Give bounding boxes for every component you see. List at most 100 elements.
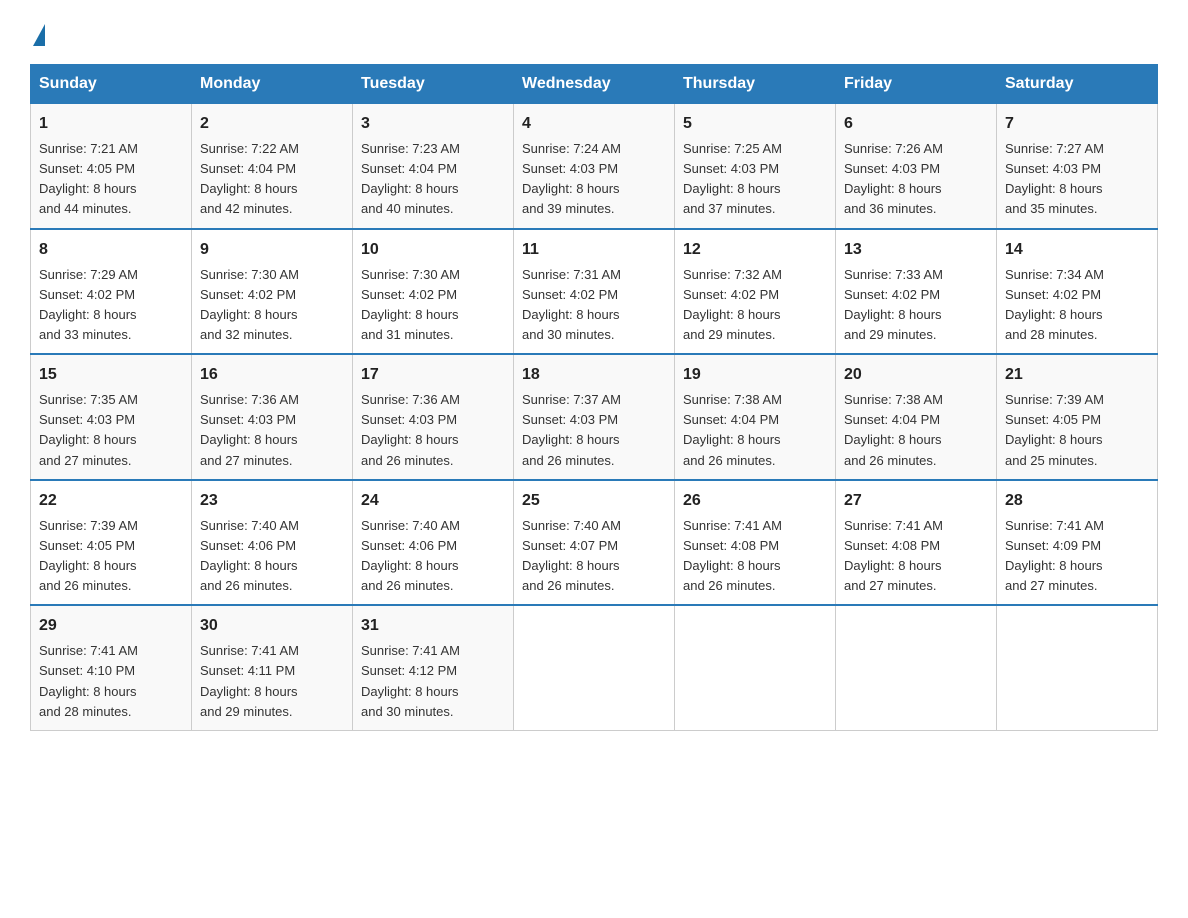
logo-triangle-icon	[33, 24, 45, 46]
day-info: Sunrise: 7:22 AMSunset: 4:04 PMDaylight:…	[200, 141, 299, 216]
day-cell: 19 Sunrise: 7:38 AMSunset: 4:04 PMDaylig…	[675, 354, 836, 480]
day-number: 27	[844, 489, 988, 513]
day-info: Sunrise: 7:21 AMSunset: 4:05 PMDaylight:…	[39, 141, 138, 216]
day-number: 31	[361, 614, 505, 638]
day-info: Sunrise: 7:27 AMSunset: 4:03 PMDaylight:…	[1005, 141, 1104, 216]
header-cell-monday: Monday	[192, 65, 353, 104]
header-cell-sunday: Sunday	[31, 65, 192, 104]
day-number: 28	[1005, 489, 1149, 513]
day-cell	[514, 605, 675, 730]
week-row-5: 29 Sunrise: 7:41 AMSunset: 4:10 PMDaylig…	[31, 605, 1158, 730]
day-number: 7	[1005, 112, 1149, 136]
calendar-table: SundayMondayTuesdayWednesdayThursdayFrid…	[30, 64, 1158, 731]
day-number: 6	[844, 112, 988, 136]
logo	[30, 20, 45, 44]
day-info: Sunrise: 7:26 AMSunset: 4:03 PMDaylight:…	[844, 141, 943, 216]
day-info: Sunrise: 7:32 AMSunset: 4:02 PMDaylight:…	[683, 267, 782, 342]
day-cell: 5 Sunrise: 7:25 AMSunset: 4:03 PMDayligh…	[675, 104, 836, 229]
day-number: 21	[1005, 363, 1149, 387]
day-cell: 1 Sunrise: 7:21 AMSunset: 4:05 PMDayligh…	[31, 104, 192, 229]
calendar-body: 1 Sunrise: 7:21 AMSunset: 4:05 PMDayligh…	[31, 104, 1158, 731]
header-row: SundayMondayTuesdayWednesdayThursdayFrid…	[31, 65, 1158, 104]
day-number: 12	[683, 238, 827, 262]
day-number: 19	[683, 363, 827, 387]
day-number: 2	[200, 112, 344, 136]
day-info: Sunrise: 7:24 AMSunset: 4:03 PMDaylight:…	[522, 141, 621, 216]
day-cell: 9 Sunrise: 7:30 AMSunset: 4:02 PMDayligh…	[192, 229, 353, 355]
day-cell: 21 Sunrise: 7:39 AMSunset: 4:05 PMDaylig…	[997, 354, 1158, 480]
calendar-header: SundayMondayTuesdayWednesdayThursdayFrid…	[31, 65, 1158, 104]
day-number: 15	[39, 363, 183, 387]
day-number: 9	[200, 238, 344, 262]
day-number: 30	[200, 614, 344, 638]
day-cell: 23 Sunrise: 7:40 AMSunset: 4:06 PMDaylig…	[192, 480, 353, 606]
day-cell: 22 Sunrise: 7:39 AMSunset: 4:05 PMDaylig…	[31, 480, 192, 606]
day-info: Sunrise: 7:40 AMSunset: 4:06 PMDaylight:…	[200, 518, 299, 593]
day-cell: 7 Sunrise: 7:27 AMSunset: 4:03 PMDayligh…	[997, 104, 1158, 229]
header-cell-wednesday: Wednesday	[514, 65, 675, 104]
day-number: 5	[683, 112, 827, 136]
day-info: Sunrise: 7:41 AMSunset: 4:08 PMDaylight:…	[844, 518, 943, 593]
day-info: Sunrise: 7:25 AMSunset: 4:03 PMDaylight:…	[683, 141, 782, 216]
day-number: 20	[844, 363, 988, 387]
day-number: 22	[39, 489, 183, 513]
week-row-4: 22 Sunrise: 7:39 AMSunset: 4:05 PMDaylig…	[31, 480, 1158, 606]
day-cell: 28 Sunrise: 7:41 AMSunset: 4:09 PMDaylig…	[997, 480, 1158, 606]
day-cell: 24 Sunrise: 7:40 AMSunset: 4:06 PMDaylig…	[353, 480, 514, 606]
week-row-3: 15 Sunrise: 7:35 AMSunset: 4:03 PMDaylig…	[31, 354, 1158, 480]
day-info: Sunrise: 7:36 AMSunset: 4:03 PMDaylight:…	[200, 392, 299, 467]
day-info: Sunrise: 7:40 AMSunset: 4:06 PMDaylight:…	[361, 518, 460, 593]
day-info: Sunrise: 7:31 AMSunset: 4:02 PMDaylight:…	[522, 267, 621, 342]
day-cell: 26 Sunrise: 7:41 AMSunset: 4:08 PMDaylig…	[675, 480, 836, 606]
page-wrapper: SundayMondayTuesdayWednesdayThursdayFrid…	[0, 0, 1188, 751]
day-info: Sunrise: 7:29 AMSunset: 4:02 PMDaylight:…	[39, 267, 138, 342]
day-number: 4	[522, 112, 666, 136]
day-cell: 27 Sunrise: 7:41 AMSunset: 4:08 PMDaylig…	[836, 480, 997, 606]
day-number: 16	[200, 363, 344, 387]
day-info: Sunrise: 7:41 AMSunset: 4:11 PMDaylight:…	[200, 643, 299, 718]
day-cell: 8 Sunrise: 7:29 AMSunset: 4:02 PMDayligh…	[31, 229, 192, 355]
day-number: 26	[683, 489, 827, 513]
day-cell: 3 Sunrise: 7:23 AMSunset: 4:04 PMDayligh…	[353, 104, 514, 229]
day-info: Sunrise: 7:38 AMSunset: 4:04 PMDaylight:…	[683, 392, 782, 467]
day-cell: 11 Sunrise: 7:31 AMSunset: 4:02 PMDaylig…	[514, 229, 675, 355]
day-info: Sunrise: 7:33 AMSunset: 4:02 PMDaylight:…	[844, 267, 943, 342]
day-info: Sunrise: 7:41 AMSunset: 4:08 PMDaylight:…	[683, 518, 782, 593]
logo-top	[30, 20, 45, 46]
day-cell: 25 Sunrise: 7:40 AMSunset: 4:07 PMDaylig…	[514, 480, 675, 606]
day-cell: 16 Sunrise: 7:36 AMSunset: 4:03 PMDaylig…	[192, 354, 353, 480]
day-cell: 2 Sunrise: 7:22 AMSunset: 4:04 PMDayligh…	[192, 104, 353, 229]
header-cell-tuesday: Tuesday	[353, 65, 514, 104]
day-info: Sunrise: 7:38 AMSunset: 4:04 PMDaylight:…	[844, 392, 943, 467]
day-cell: 18 Sunrise: 7:37 AMSunset: 4:03 PMDaylig…	[514, 354, 675, 480]
day-number: 8	[39, 238, 183, 262]
day-number: 3	[361, 112, 505, 136]
day-cell: 12 Sunrise: 7:32 AMSunset: 4:02 PMDaylig…	[675, 229, 836, 355]
day-number: 11	[522, 238, 666, 262]
day-cell: 31 Sunrise: 7:41 AMSunset: 4:12 PMDaylig…	[353, 605, 514, 730]
day-cell	[836, 605, 997, 730]
day-cell: 10 Sunrise: 7:30 AMSunset: 4:02 PMDaylig…	[353, 229, 514, 355]
day-number: 29	[39, 614, 183, 638]
day-cell: 15 Sunrise: 7:35 AMSunset: 4:03 PMDaylig…	[31, 354, 192, 480]
day-info: Sunrise: 7:30 AMSunset: 4:02 PMDaylight:…	[200, 267, 299, 342]
day-cell: 4 Sunrise: 7:24 AMSunset: 4:03 PMDayligh…	[514, 104, 675, 229]
day-number: 10	[361, 238, 505, 262]
day-cell: 14 Sunrise: 7:34 AMSunset: 4:02 PMDaylig…	[997, 229, 1158, 355]
header-cell-friday: Friday	[836, 65, 997, 104]
day-number: 13	[844, 238, 988, 262]
header-cell-thursday: Thursday	[675, 65, 836, 104]
day-info: Sunrise: 7:34 AMSunset: 4:02 PMDaylight:…	[1005, 267, 1104, 342]
day-info: Sunrise: 7:30 AMSunset: 4:02 PMDaylight:…	[361, 267, 460, 342]
day-info: Sunrise: 7:40 AMSunset: 4:07 PMDaylight:…	[522, 518, 621, 593]
day-number: 24	[361, 489, 505, 513]
day-cell	[675, 605, 836, 730]
day-info: Sunrise: 7:23 AMSunset: 4:04 PMDaylight:…	[361, 141, 460, 216]
day-cell: 17 Sunrise: 7:36 AMSunset: 4:03 PMDaylig…	[353, 354, 514, 480]
day-cell: 30 Sunrise: 7:41 AMSunset: 4:11 PMDaylig…	[192, 605, 353, 730]
day-info: Sunrise: 7:37 AMSunset: 4:03 PMDaylight:…	[522, 392, 621, 467]
day-info: Sunrise: 7:39 AMSunset: 4:05 PMDaylight:…	[39, 518, 138, 593]
day-cell	[997, 605, 1158, 730]
day-number: 1	[39, 112, 183, 136]
day-cell: 13 Sunrise: 7:33 AMSunset: 4:02 PMDaylig…	[836, 229, 997, 355]
